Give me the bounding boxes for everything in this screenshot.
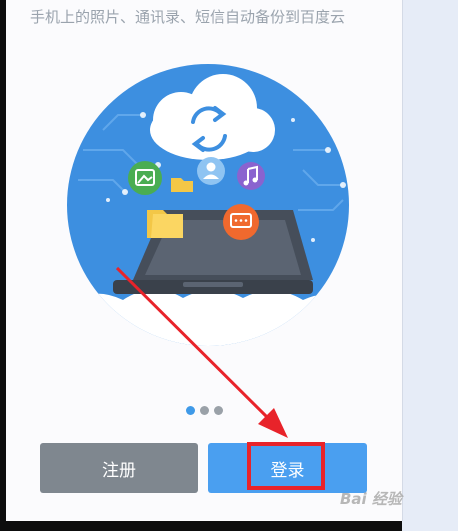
backup-illustration: [67, 64, 349, 346]
page-dot[interactable]: [213, 406, 223, 415]
chat-icon: [223, 204, 259, 240]
app-screen: 手机上的照片、通讯录、短信自动备份到百度云 注册 登录: [6, 0, 403, 521]
page-indicator: [6, 406, 402, 415]
bottom-bar: [0, 521, 402, 531]
tagline: 手机上的照片、通讯录、短信自动备份到百度云: [30, 8, 346, 26]
page-dot[interactable]: [199, 406, 209, 415]
image-icon: [128, 161, 162, 195]
register-button[interactable]: 注册: [40, 443, 198, 493]
music-icon: [237, 162, 265, 190]
page-dot[interactable]: [185, 406, 195, 415]
watermark: Bai 经验: [340, 490, 402, 508]
user-icon: [197, 157, 225, 185]
login-highlight-box: [247, 442, 325, 490]
